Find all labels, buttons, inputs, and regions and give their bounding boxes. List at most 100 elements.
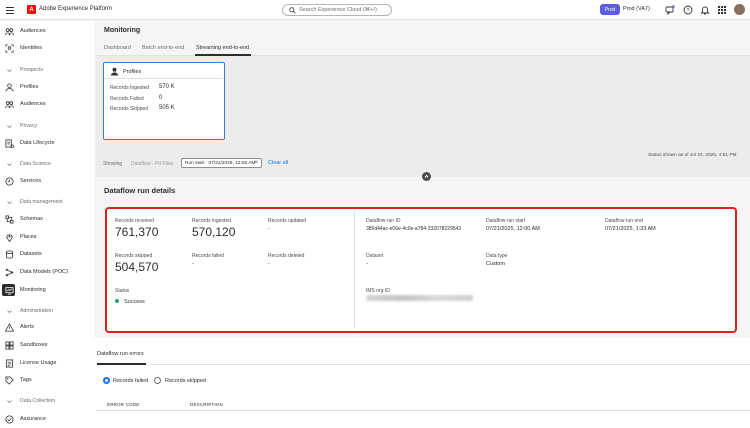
- sidebar-item-label: License Usage: [20, 360, 57, 366]
- sidebar-item-assurance[interactable]: Assurance: [0, 412, 94, 426]
- records-skipped-radio[interactable]: [154, 377, 161, 384]
- sidebar-section-administration[interactable]: Administration: [0, 305, 94, 317]
- sidebar-item-license-usage[interactable]: License Usage: [0, 356, 94, 370]
- run-start-filter-chip[interactable]: Run start : 07/21/2025, 12:05 AM ×: [181, 158, 262, 168]
- sidebar-section-data-collection[interactable]: Data Collection: [0, 395, 94, 407]
- dataflow-run-details-title: Dataflow run details: [104, 186, 176, 195]
- records-failed-value: -: [192, 261, 194, 267]
- sidebar-section-label: Prospects: [20, 67, 44, 73]
- run-id-label: Dataflow run ID: [366, 218, 401, 224]
- monitoring-icon: [5, 286, 14, 295]
- sidebar-item-schemas[interactable]: Schemas: [0, 212, 94, 226]
- status-value: Success: [124, 299, 145, 305]
- tab-dataflow-run-errors[interactable]: Dataflow run errors: [97, 351, 144, 357]
- sidebar-item-datasets[interactable]: Datasets: [0, 247, 94, 261]
- profiles-card-title: Profiles: [123, 69, 142, 75]
- records-skipped-value: 505 K: [159, 105, 175, 111]
- services-icon: [5, 176, 14, 186]
- success-status-icon: [115, 299, 119, 303]
- run-start-value: 07/21/2025, 12:00 AM: [486, 226, 540, 232]
- sidebar-section-data-science[interactable]: Data Science: [0, 158, 94, 170]
- help-icon[interactable]: ?: [683, 5, 693, 15]
- alerts-icon: [5, 322, 14, 332]
- records-skipped-label: Records skipped: [115, 253, 153, 259]
- user-avatar[interactable]: [734, 4, 745, 15]
- license-usage-icon: [5, 358, 14, 368]
- page-title: Monitoring: [104, 27, 141, 34]
- notifications-icon[interactable]: [700, 5, 710, 15]
- sidebar-item-places[interactable]: Places: [0, 230, 94, 244]
- schemas-icon: [5, 214, 14, 224]
- collapse-icon[interactable]: [422, 172, 431, 181]
- column-description[interactable]: DESCRIPTION: [190, 402, 223, 407]
- sidebar-item-label: Alerts: [20, 324, 35, 330]
- sidebar-item-services[interactable]: Services: [0, 174, 94, 188]
- sidebar-item-label: Datasets: [20, 251, 42, 257]
- tab-dashboard[interactable]: Dashboard: [104, 45, 131, 51]
- sidebar-item-label: Monitoring: [20, 287, 46, 293]
- records-ingested-label: Records Ingested: [110, 85, 150, 91]
- data-type-label: Data type: [486, 253, 508, 259]
- sidebar-item-tags[interactable]: Tags: [0, 373, 94, 387]
- sidebar-item-alerts[interactable]: Alerts: [0, 320, 94, 334]
- run-end-value: 07/21/2025, 1:33 AM: [605, 226, 656, 232]
- sidebar-item-label: Data Lifecycle: [20, 140, 55, 146]
- menu-icon[interactable]: [5, 5, 15, 15]
- dataset-label: Dataset: [366, 253, 384, 259]
- sidebar-item-monitoring[interactable]: Monitoring: [0, 283, 94, 297]
- places-icon: [6, 233, 13, 242]
- showing-label: Showing: [103, 161, 123, 167]
- sidebar-item-label: Sandboxes: [20, 342, 48, 348]
- errors-active-tab-indicator: [97, 363, 146, 365]
- sidebar-section-label: Data Collection: [20, 398, 56, 404]
- search-input[interactable]: Search Experience Cloud (⌘+/): [282, 4, 392, 16]
- data-models-icon: [5, 268, 14, 276]
- app-title[interactable]: Adobe Experience Platform: [39, 6, 112, 12]
- sidebar-item-audiences[interactable]: Audiences: [0, 24, 94, 38]
- sandbox-badge[interactable]: Prod: [600, 4, 620, 15]
- tags-icon: [5, 375, 14, 385]
- records-skipped-radio-label[interactable]: Records skipped: [165, 378, 206, 384]
- records-failed-radio-label[interactable]: Records failed: [113, 378, 148, 384]
- sidebar-section-privacy[interactable]: Privacy: [0, 120, 94, 132]
- profiles-icon: [5, 82, 14, 92]
- tab-batch-end-to-end[interactable]: Batch end-to-end: [142, 45, 184, 51]
- sidebar: Audiences Identities Prospects Profiles Audi…: [0, 21, 94, 428]
- profiles-card[interactable]: Profiles Records Ingested 570 K Records …: [103, 62, 225, 140]
- records-failed-value: 0: [159, 95, 163, 101]
- sidebar-item-sandboxes[interactable]: Sandboxes: [0, 338, 94, 352]
- chevron-down-icon: [7, 399, 12, 403]
- sidebar-section-prospects[interactable]: Prospects: [0, 64, 94, 76]
- adobe-logo-icon[interactable]: A: [27, 5, 36, 14]
- sidebar-item-label: Services: [20, 178, 42, 184]
- sidebar-item-identities[interactable]: Identities: [0, 41, 94, 55]
- app-switcher-icon[interactable]: [717, 5, 727, 15]
- profile-icon: [110, 67, 119, 76]
- sandbox-name[interactable]: Prod (VA7): [623, 6, 650, 12]
- sidebar-item-profiles[interactable]: Profiles: [0, 80, 94, 94]
- sidebar-item-data-lifecycle[interactable]: Data Lifecycle: [0, 136, 94, 150]
- records-ingested-label: Records ingested: [192, 218, 231, 224]
- chevron-down-icon: [7, 309, 12, 313]
- datasets-icon: [5, 249, 14, 258]
- sidebar-item-label: Profiles: [20, 84, 39, 90]
- profiles-card-header: Profiles: [104, 63, 223, 79]
- sidebar-item-audiences[interactable]: Audiences: [0, 97, 94, 111]
- column-error-code[interactable]: ERROR CODE: [107, 402, 140, 407]
- sidebar-item-data-models-poc[interactable]: Data Models (POC): [0, 265, 94, 279]
- run-end-label: Dataflow run end: [605, 218, 643, 224]
- records-failed-radio[interactable]: [103, 377, 110, 384]
- records-received-label: Records received: [115, 218, 154, 224]
- sidebar-section-label: Data management: [20, 199, 63, 205]
- dataset-value: -: [366, 261, 368, 267]
- feedback-icon[interactable]: [665, 5, 675, 15]
- records-failed-label: Records Failed: [110, 96, 144, 102]
- tab-streaming-end-to-end[interactable]: Streaming end-to-end: [196, 45, 249, 51]
- errors-tabs-divider: [96, 364, 750, 365]
- clear-all-link[interactable]: Clear all: [268, 160, 288, 166]
- sidebar-section-data-management[interactable]: Data management: [0, 196, 94, 208]
- records-updated-label: Records updated: [268, 218, 307, 224]
- sandboxes-icon: [5, 340, 14, 350]
- svg-text:?: ?: [686, 8, 689, 14]
- close-icon[interactable]: ×: [254, 160, 258, 166]
